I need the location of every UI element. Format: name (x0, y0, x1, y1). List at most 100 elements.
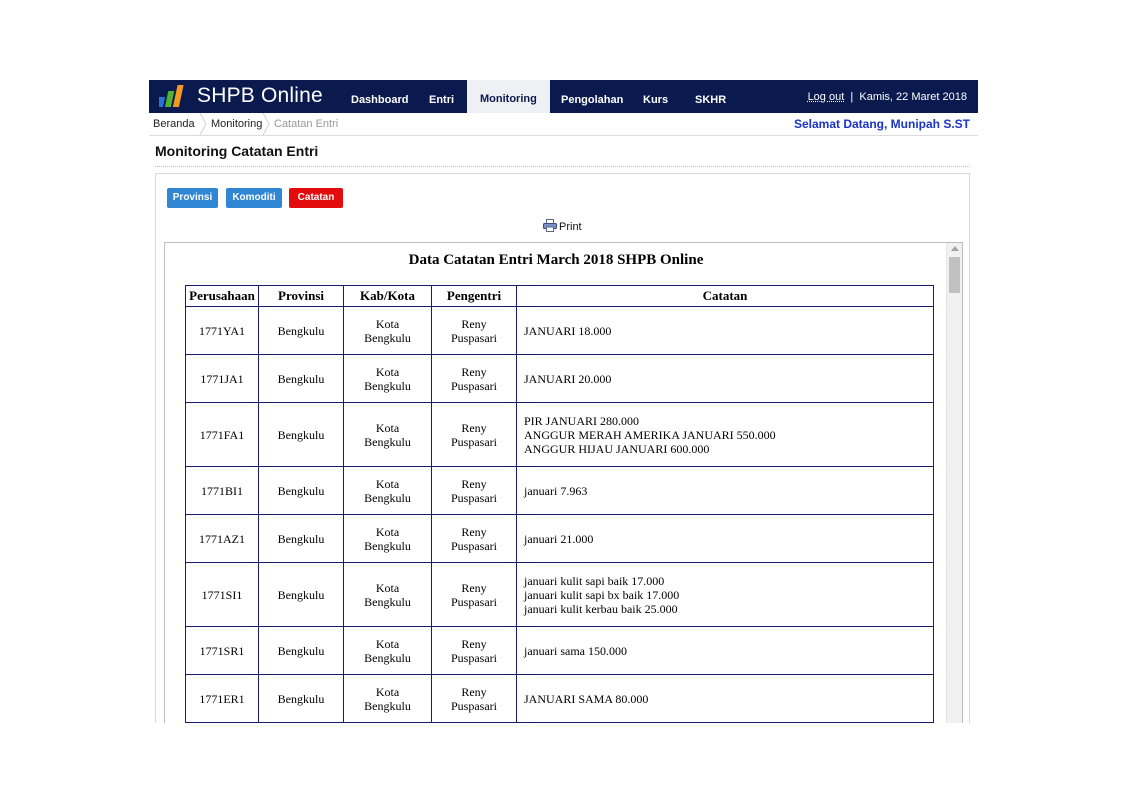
cell-kab-kota-line: Kota (375, 580, 400, 595)
cell-catatan-line: januari kulit sapi baik 17.000 (524, 573, 665, 588)
cell-catatan-line: JANUARI 20.000 (524, 371, 612, 386)
cell-kab-kota-line: Bengkulu (364, 378, 411, 393)
print-label: Print (559, 221, 582, 233)
top-navigation-bar: SHPB Online Dashboard Entri Monitoring P… (149, 80, 978, 113)
cell-kab-kota: Kota Bengkulu (343, 354, 432, 403)
cell-pengentri-line: Reny (461, 524, 487, 539)
report-frame: Data Catatan Entri March 2018 SHPB Onlin… (164, 242, 963, 723)
cell-kab-kota: Kota Bengkulu (343, 626, 432, 675)
tab-catatan[interactable]: Catatan (289, 188, 343, 208)
logout-link[interactable]: Log out (808, 91, 845, 103)
nav-skhr[interactable]: SKHR (695, 80, 726, 113)
table-row: 1771BI1 Bengkulu Kota Bengkulu Reny Puspasari… (185, 466, 934, 515)
scrollbar-thumb[interactable] (949, 257, 960, 293)
cell-pengentri-line: Puspasari (451, 594, 497, 609)
cell-catatan: januari sama 150.000 (516, 626, 934, 675)
cell-kab-kota: Kota Bengkulu (343, 402, 432, 467)
cell-kab-kota-line: Kota (375, 476, 400, 491)
title-divider (155, 166, 970, 167)
cell-catatan-line: ANGGUR HIJAU JANUARI 600.000 (524, 441, 710, 456)
cell-kab-kota: Kota Bengkulu (343, 562, 432, 627)
cell-catatan-line: PIR JANUARI 280.000 (524, 413, 640, 428)
content-panel: Provinsi Komoditi Catatan Print Data Cat… (155, 173, 970, 723)
cell-kab-kota-line: Bengkulu (364, 434, 411, 449)
cell-provinsi: Bengkulu (258, 626, 344, 675)
cell-catatan: januari 7.963 (516, 466, 934, 515)
cell-pengentri: Reny Puspasari (431, 466, 517, 515)
cell-perusahaan: 1771BI1 (185, 466, 259, 515)
cell-catatan: januari kulit sapi baik 17.000 januari ku… (516, 562, 934, 627)
cell-pengentri-line: Puspasari (451, 490, 497, 505)
cell-pengentri: Reny Puspasari (431, 562, 517, 627)
cell-pengentri: Reny Puspasari (431, 514, 517, 563)
tab-provinsi[interactable]: Provinsi (167, 188, 218, 208)
current-date: Kamis, 22 Maret 2018 (859, 91, 967, 103)
nav-dashboard[interactable]: Dashboard (351, 80, 408, 113)
report-table: Perusahaan Provinsi Kab/Kota Pengentri C… (185, 285, 934, 723)
cell-pengentri-line: Reny (461, 636, 487, 651)
cell-perusahaan: 1771SI1 (185, 562, 259, 627)
breadcrumb-separator-icon (262, 113, 270, 135)
table-row: 1771YA1 Bengkulu Kota Bengkulu Reny Puspasari… (185, 306, 934, 355)
cell-kab-kota-line: Kota (375, 316, 400, 331)
cell-perusahaan: 1771JA1 (185, 354, 259, 403)
cell-provinsi: Bengkulu (258, 402, 344, 467)
cell-pengentri-line: Puspasari (451, 650, 497, 665)
cell-pengentri-line: Reny (461, 476, 487, 491)
cell-pengentri-line: Puspasari (451, 330, 497, 345)
cell-catatan-line: januari kulit kerbau baik 25.000 (524, 601, 678, 616)
cell-kab-kota-line: Kota (375, 684, 400, 699)
cell-catatan-line: ANGGUR MERAH AMERIKA JANUARI 550.000 (524, 427, 776, 442)
nav-entri[interactable]: Entri (429, 80, 454, 113)
scroll-up-arrow-icon[interactable] (951, 246, 959, 251)
breadcrumb-catatan-entri: Catatan Entri (274, 118, 339, 130)
cell-perusahaan: 1771AZ1 (185, 514, 259, 563)
table-row: 1771ER1 Bengkulu Kota Bengkulu Reny Puspasari… (185, 674, 934, 723)
cell-catatan-line: januari 21.000 (524, 531, 594, 546)
cell-catatan: JANUARI SAMA 80.000 (516, 674, 934, 723)
cell-pengentri-line: Reny (461, 364, 487, 379)
breadcrumb-separator-icon (199, 113, 207, 135)
page-title: Monitoring Catatan Entri (155, 143, 319, 159)
cell-kab-kota-line: Bengkulu (364, 650, 411, 665)
cell-catatan-line: januari 7.963 (524, 483, 588, 498)
cell-perusahaan: 1771YA1 (185, 306, 259, 355)
cell-kab-kota-line: Bengkulu (364, 594, 411, 609)
cell-provinsi: Bengkulu (258, 354, 344, 403)
cell-pengentri: Reny Puspasari (431, 674, 517, 723)
app-window: SHPB Online Dashboard Entri Monitoring P… (149, 80, 978, 723)
breadcrumb-beranda[interactable]: Beranda (153, 113, 195, 135)
nav-pengolahan[interactable]: Pengolahan (561, 80, 623, 113)
table-row: 1771SR1 Bengkulu Kota Bengkulu Reny Puspasari… (185, 626, 934, 675)
column-header-catatan: Catatan (516, 285, 934, 307)
nav-kurs[interactable]: Kurs (643, 80, 668, 113)
breadcrumb-monitoring[interactable]: Monitoring (211, 113, 262, 135)
cell-catatan: PIR JANUARI 280.000 ANGGUR MERAH AMERIKA … (516, 402, 934, 467)
cell-kab-kota: Kota Bengkulu (343, 466, 432, 515)
cell-provinsi: Bengkulu (258, 306, 344, 355)
breadcrumb: Beranda Monitoring Catatan Entri Selamat… (149, 113, 978, 136)
cell-catatan-line: januari kulit sapi bx baik 17.000 (524, 587, 680, 602)
nav-monitoring[interactable]: Monitoring (467, 80, 550, 113)
welcome-message: Selamat Datang, Munipah S.ST (793, 117, 970, 131)
cell-perusahaan: 1771ER1 (185, 674, 259, 723)
column-header-pengentri: Pengentri (431, 285, 517, 307)
cell-catatan-line: JANUARI 18.000 (524, 323, 612, 338)
scrollbar[interactable] (946, 243, 962, 723)
column-header-provinsi: Provinsi (258, 285, 344, 307)
cell-catatan: JANUARI 20.000 (516, 354, 934, 403)
cell-pengentri-line: Reny (461, 684, 487, 699)
separator: | (850, 91, 854, 103)
tab-komoditi[interactable]: Komoditi (226, 188, 282, 208)
cell-pengentri: Reny Puspasari (431, 306, 517, 355)
cell-pengentri-line: Reny (461, 580, 487, 595)
cell-kab-kota-line: Kota (375, 636, 400, 651)
table-row: 1771JA1 Bengkulu Kota Bengkulu Reny Puspasari… (185, 354, 934, 403)
cell-pengentri-line: Puspasari (451, 538, 497, 553)
cell-catatan: JANUARI 18.000 (516, 306, 934, 355)
printer-icon (543, 219, 557, 232)
cell-pengentri-line: Reny (461, 316, 487, 331)
cell-kab-kota-line: Kota (375, 364, 400, 379)
table-row: 1771FA1 Bengkulu Kota Bengkulu Reny Puspasari… (185, 402, 934, 467)
cell-kab-kota-line: Kota (375, 524, 400, 539)
